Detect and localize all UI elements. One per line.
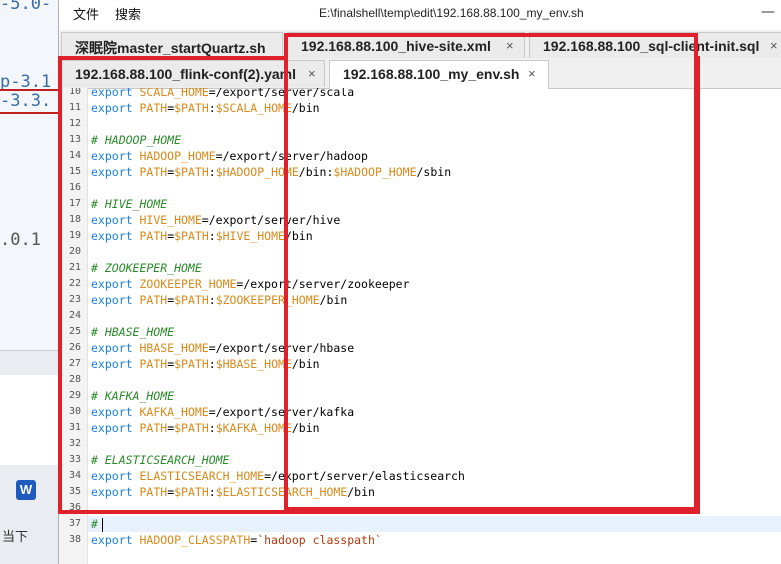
- annotation-box-edge: [58, 56, 288, 60]
- code-line[interactable]: export HIVE_HOME=/export/server/hive: [91, 212, 340, 228]
- line-number: 26: [68, 342, 81, 353]
- code-line[interactable]: export HADOOP_HOME=/export/server/hadoop: [91, 148, 368, 164]
- code-line[interactable]: export HBASE_HOME=/export/server/hbase: [91, 340, 354, 356]
- line-number: 34: [68, 470, 81, 481]
- code-line[interactable]: # KAFKA_HOME: [91, 388, 174, 404]
- code-line[interactable]: # ZOOKEEPER_HOME: [91, 260, 202, 276]
- tab-flink-conf[interactable]: 192.168.88.100_flink-conf(2).yaml ×: [61, 60, 325, 87]
- window-title: E:\finalshell\temp\edit\192.168.88.100_m…: [319, 6, 584, 20]
- background-bottom-text: 当下: [2, 530, 29, 545]
- code-line[interactable]: export PATH=$PATH:$ELASTICSEARCH_HOME/bi…: [91, 484, 375, 500]
- close-icon[interactable]: ×: [770, 38, 778, 53]
- line-number: 20: [68, 246, 81, 257]
- line-number: 29: [68, 390, 81, 401]
- word-app-icon[interactable]: W: [16, 480, 36, 500]
- close-icon[interactable]: ×: [506, 38, 514, 53]
- line-number: 33: [68, 454, 81, 465]
- line-number: 23: [68, 294, 81, 305]
- line-number: 30: [68, 406, 81, 417]
- line-number: 11: [68, 102, 81, 113]
- code-line[interactable]: export PATH=$PATH:$HBASE_HOME/bin: [91, 356, 320, 372]
- line-number: 38: [68, 534, 81, 545]
- code-line[interactable]: export PATH=$PATH:$HADOOP_HOME/bin:$HADO…: [91, 164, 451, 180]
- code-line[interactable]: export SCALA_HOME=/export/server/scala: [91, 88, 354, 100]
- code-line[interactable]: # HBASE_HOME: [91, 324, 174, 340]
- line-number: 28: [68, 374, 81, 385]
- line-number: 12: [68, 118, 81, 129]
- tab-label: 192.168.88.100_my_env.sh: [343, 66, 520, 82]
- line-number: 19: [68, 230, 81, 241]
- code-line[interactable]: export KAFKA_HOME=/export/server/kafka: [91, 404, 354, 420]
- line-number: 15: [68, 166, 81, 177]
- line-number: 31: [68, 422, 81, 433]
- tab-bar-row-1: 深眠院master_startQuartz.sh 192.168.88.100_…: [59, 30, 781, 59]
- code-line[interactable]: export PATH=$PATH:$HIVE_HOME/bin: [91, 228, 313, 244]
- menu-file[interactable]: 文件: [73, 4, 99, 23]
- tab-my-env[interactable]: 192.168.88.100_my_env.sh ×: [329, 60, 549, 89]
- line-number: 14: [68, 150, 81, 161]
- code-line[interactable]: # ELASTICSEARCH_HOME: [91, 452, 229, 468]
- code-line[interactable]: export ZOOKEEPER_HOME=/export/server/zoo…: [91, 276, 410, 292]
- line-number: 36: [68, 502, 81, 513]
- menu-search[interactable]: 搜索: [115, 4, 141, 23]
- tab-label: 深眠院master_startQuartz.sh: [75, 40, 266, 56]
- tab-bar-row-2: 192.168.88.100_flink-conf(2).yaml × 192.…: [59, 58, 781, 89]
- code-line[interactable]: export PATH=$PATH:$KAFKA_HOME/bin: [91, 420, 320, 436]
- minimize-button[interactable]: —: [761, 4, 775, 20]
- editor-window: 文件 搜索 E:\finalshell\temp\edit\192.168.88…: [58, 0, 781, 564]
- code-line[interactable]: # HADOOP_HOME: [91, 132, 181, 148]
- background-window: -5.0- p-3.1 -3.3. .0.1 W 当下: [0, 0, 58, 564]
- code-line[interactable]: export PATH=$PATH:$ZOOKEEPER_HOME/bin: [91, 292, 347, 308]
- close-icon[interactable]: ×: [528, 66, 536, 81]
- current-line-highlight: [88, 516, 781, 532]
- tab-label: 192.168.88.100_sql-client-init.sql: [543, 38, 760, 54]
- line-number: 37: [68, 518, 81, 529]
- code-line[interactable]: export PATH=$PATH:$SCALA_HOME/bin: [91, 100, 320, 116]
- tab-label: 192.168.88.100_flink-conf(2).yaml: [75, 66, 297, 82]
- line-number: 18: [68, 214, 81, 225]
- text-caret: [101, 517, 103, 532]
- line-number: 25: [68, 326, 81, 337]
- background-panel-inner: [0, 375, 58, 465]
- line-number: 32: [68, 438, 81, 449]
- line-number: 27: [68, 358, 81, 369]
- close-icon[interactable]: ×: [308, 66, 316, 81]
- line-number-gutter: 10 11 12 13 14 15 16 17 18 19 20 21 22 23 24 25 26 27 28 29…: [59, 88, 88, 564]
- background-text-line: -5.0-: [0, 0, 52, 14]
- code-editor[interactable]: 10 11 12 13 14 15 16 17 18 19 20 21 22 23 24 25 26 27 28 29…: [59, 88, 781, 564]
- code-line[interactable]: export ELASTICSEARCH_HOME=/export/server…: [91, 468, 465, 484]
- line-number: 21: [68, 262, 81, 273]
- code-line[interactable]: # HIVE_HOME: [91, 196, 167, 212]
- code-line[interactable]: export HADOOP_CLASSPATH=`hadoop classpat…: [91, 532, 382, 548]
- line-number: 13: [68, 134, 81, 145]
- background-underline: [0, 112, 58, 114]
- line-number: 10: [68, 88, 81, 97]
- background-text-line: -3.3.: [0, 91, 52, 111]
- line-number: 24: [68, 310, 81, 321]
- code-line[interactable]: #: [91, 516, 103, 532]
- line-number: 17: [68, 198, 81, 209]
- line-number: 35: [68, 486, 81, 497]
- tab-hive-site[interactable]: 192.168.88.100_hive-site.xml ×: [287, 32, 525, 59]
- line-number: 16: [68, 182, 81, 193]
- background-text-line: .0.1: [0, 230, 41, 250]
- tab-master-startquartz[interactable]: 深眠院master_startQuartz.sh: [61, 32, 283, 59]
- tab-label: 192.168.88.100_hive-site.xml: [301, 38, 491, 54]
- line-number: 22: [68, 278, 81, 289]
- title-bar: 文件 搜索 E:\finalshell\temp\edit\192.168.88…: [59, 0, 781, 28]
- tab-sql-client-init[interactable]: 192.168.88.100_sql-client-init.sql ×: [529, 32, 781, 59]
